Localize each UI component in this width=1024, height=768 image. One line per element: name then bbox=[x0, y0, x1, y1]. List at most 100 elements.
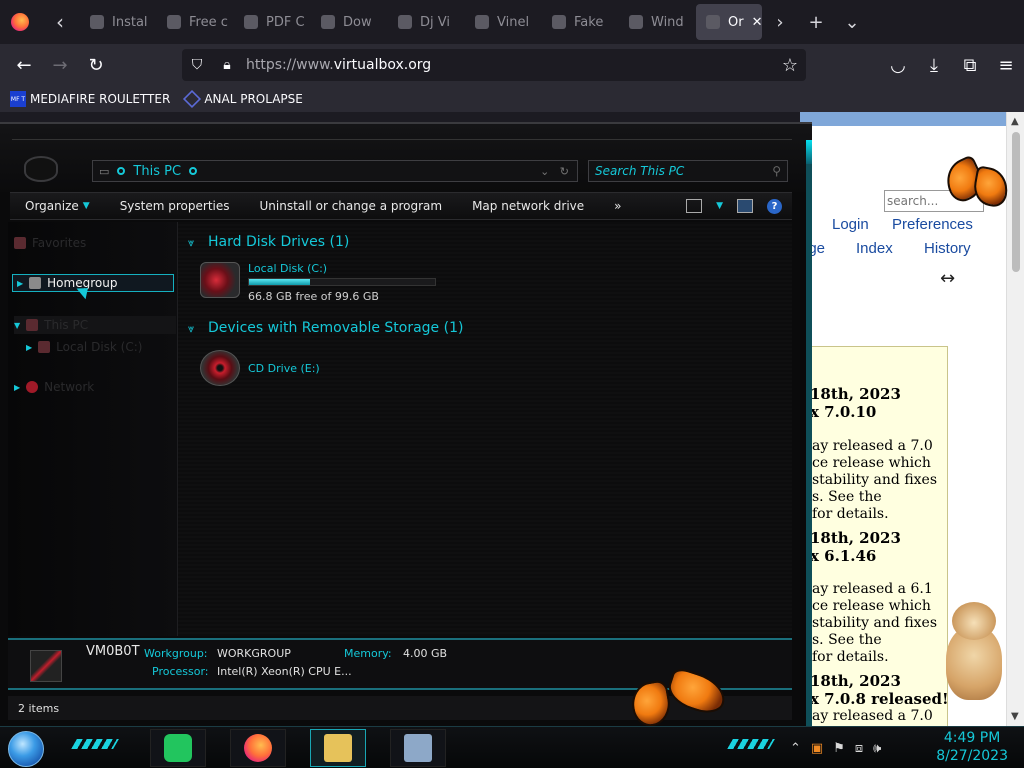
preferences-link[interactable]: Preferences bbox=[892, 216, 973, 233]
map-drive-label: Map network drive bbox=[472, 199, 585, 213]
tab-5[interactable]: Vinel bbox=[465, 4, 542, 40]
news-line: for details. bbox=[812, 506, 889, 522]
monitor-icon bbox=[404, 734, 432, 762]
expand-icon: ▶ bbox=[26, 342, 33, 352]
explorer-titlebar: ▭ This PC ⌄ ↻ Search This PC ⚲ bbox=[0, 124, 812, 192]
taskbar-firefox[interactable] bbox=[230, 729, 286, 767]
login-link[interactable]: Login bbox=[832, 216, 869, 233]
organize-button[interactable]: Organize ▼ bbox=[10, 199, 105, 213]
address-dropdown-icon[interactable]: ⌄ ↻ bbox=[540, 165, 569, 178]
forward-button[interactable]: → bbox=[42, 44, 78, 86]
tab-2[interactable]: PDF C bbox=[234, 4, 311, 40]
search-icon[interactable]: ⚲ bbox=[772, 164, 781, 178]
tab-strip: ‹ Instal Free c PDF C Dow Dj Vi Vinel Fake Wind… bbox=[0, 0, 1024, 44]
nav-label: Network bbox=[44, 380, 95, 394]
firefox-icon bbox=[244, 734, 272, 762]
website-scrollbar[interactable]: ▲ ▼ bbox=[1006, 112, 1024, 726]
tab-7[interactable]: Wind bbox=[619, 4, 696, 40]
address-bar[interactable]: ▭ This PC ⌄ ↻ bbox=[92, 160, 578, 182]
tab-0[interactable]: Instal bbox=[80, 4, 157, 40]
tab-1[interactable]: Free c bbox=[157, 4, 234, 40]
uninstall-button[interactable]: Uninstall or change a program bbox=[245, 199, 458, 213]
mediafire-icon: MF T bbox=[10, 91, 26, 107]
scroll-down-icon[interactable]: ▼ bbox=[1011, 711, 1019, 722]
map-drive-button[interactable]: Map network drive bbox=[457, 199, 599, 213]
clock[interactable]: 4:49 PM 8/27/2023 bbox=[936, 729, 1008, 765]
command-bar: Organize ▼ System properties Uninstall or… bbox=[10, 192, 792, 220]
bookmark-second[interactable]: ANAL PROLAPSE bbox=[183, 89, 303, 109]
nav-network[interactable]: ▶ Network bbox=[14, 378, 94, 396]
index-link[interactable]: Index bbox=[856, 240, 893, 257]
tab-scroll-left-button[interactable]: ‹ bbox=[40, 0, 80, 44]
group-hard-disks[interactable]: ⩔ Hard Disk Drives (1) bbox=[188, 234, 349, 250]
reload-button[interactable]: ↻ bbox=[78, 44, 114, 86]
bookmark-label: MEDIAFIRE ROULETTER bbox=[30, 92, 171, 106]
uninstall-label: Uninstall or change a program bbox=[259, 199, 443, 213]
url-bar[interactable]: ⛉ 🔒︎ https://www. virtualbox.org ☆ bbox=[182, 49, 806, 81]
tab-4[interactable]: Dj Vi bbox=[388, 4, 465, 40]
tab-scroll-right-button[interactable]: › bbox=[762, 12, 798, 33]
nav-homegroup[interactable]: ▶ Homegroup bbox=[12, 274, 174, 292]
tracking-shield-icon[interactable]: ⛉ bbox=[182, 57, 212, 73]
group-removable[interactable]: ⩔ Devices with Removable Storage (1) bbox=[188, 320, 463, 336]
more-commands-button[interactable]: » bbox=[599, 199, 636, 213]
menu-icon[interactable]: ≡ bbox=[988, 44, 1024, 86]
archive-icon bbox=[475, 15, 489, 29]
system-properties-button[interactable]: System properties bbox=[105, 199, 245, 213]
collapse-icon: ▼ bbox=[14, 320, 21, 330]
taskbar-file-explorer[interactable] bbox=[310, 729, 366, 767]
downloads-icon[interactable]: ⤓ bbox=[916, 44, 952, 86]
new-tab-button[interactable]: + bbox=[798, 12, 834, 33]
window-edge bbox=[806, 164, 812, 728]
extensions-icon[interactable]: ⧉ bbox=[952, 44, 988, 86]
star-icon bbox=[167, 15, 181, 29]
tray-app-icon[interactable]: ▣ bbox=[811, 741, 823, 756]
scroll-thumb[interactable] bbox=[1012, 132, 1020, 272]
network-icon[interactable]: ⧈ bbox=[855, 741, 863, 756]
nav-favorites[interactable]: Favorites bbox=[14, 234, 86, 252]
firefox-view-button[interactable] bbox=[0, 0, 40, 44]
start-button[interactable] bbox=[8, 731, 44, 767]
taskbar-notes-app[interactable] bbox=[150, 729, 206, 767]
url-protocol: https://www. bbox=[246, 57, 334, 73]
scroll-up-icon[interactable]: ▲ bbox=[1011, 116, 1019, 127]
tab-label: PDF C bbox=[266, 14, 305, 30]
tab-8[interactable]: Or ✕ bbox=[696, 4, 762, 40]
taskbar-monitor[interactable] bbox=[390, 729, 446, 767]
tab-list-button[interactable]: ⌄ bbox=[834, 12, 870, 33]
navigation-pane: Favorites ▶ Homegroup ▼ This PC ▶ Local Dis… bbox=[8, 222, 178, 636]
explorer-search-input[interactable]: Search This PC ⚲ bbox=[588, 160, 788, 182]
taskbar-decoration bbox=[727, 739, 775, 749]
group-label: Devices with Removable Storage (1) bbox=[208, 320, 464, 336]
news-line: ce release which bbox=[812, 598, 931, 614]
workgroup-label: Workgroup: bbox=[144, 647, 208, 660]
history-link[interactable]: History bbox=[924, 240, 971, 257]
view-dropdown-icon[interactable]: ▼ bbox=[716, 201, 723, 211]
bookmark-icon bbox=[183, 89, 202, 109]
volume-icon[interactable]: 🕪︎ bbox=[873, 741, 881, 756]
preview-pane-icon[interactable] bbox=[737, 199, 753, 213]
tab-6[interactable]: Fake bbox=[542, 4, 619, 40]
tray-expand-icon[interactable]: ⌃ bbox=[790, 741, 801, 756]
nav-this-pc[interactable]: ▼ This PC bbox=[14, 316, 176, 334]
site-header-bar bbox=[800, 112, 1024, 126]
close-tab-icon[interactable]: ✕ bbox=[752, 15, 762, 30]
change-view-icon[interactable] bbox=[686, 199, 703, 213]
lock-icon[interactable]: 🔒︎ bbox=[212, 57, 242, 73]
drive-icon bbox=[38, 341, 51, 353]
tab-3[interactable]: Dow bbox=[311, 4, 388, 40]
action-center-flag-icon[interactable]: ⚑ bbox=[833, 741, 845, 756]
homegroup-icon bbox=[29, 277, 42, 289]
memory-label: Memory: bbox=[344, 647, 392, 660]
drive-e-item[interactable]: CD Drive (E:) bbox=[200, 350, 320, 386]
help-icon[interactable]: ? bbox=[767, 198, 782, 214]
drive-c-item[interactable]: Local Disk (C:) 66.8 GB free of 99.6 GB bbox=[200, 262, 436, 303]
bookmark-mediafire[interactable]: MF T MEDIAFIRE ROULETTER bbox=[10, 91, 170, 107]
desktop: ‹ Instal Free c PDF C Dow Dj Vi Vinel Fake Wind… bbox=[0, 0, 1024, 768]
back-button[interactable]: ← bbox=[6, 44, 42, 86]
processor-label: Processor: bbox=[152, 665, 209, 678]
bookmark-star-icon[interactable]: ☆ bbox=[782, 55, 798, 76]
chevron-down-icon: ▼ bbox=[82, 201, 90, 211]
pocket-icon[interactable]: ◡ bbox=[880, 44, 916, 86]
nav-local-disk[interactable]: ▶ Local Disk (C:) bbox=[26, 338, 142, 356]
